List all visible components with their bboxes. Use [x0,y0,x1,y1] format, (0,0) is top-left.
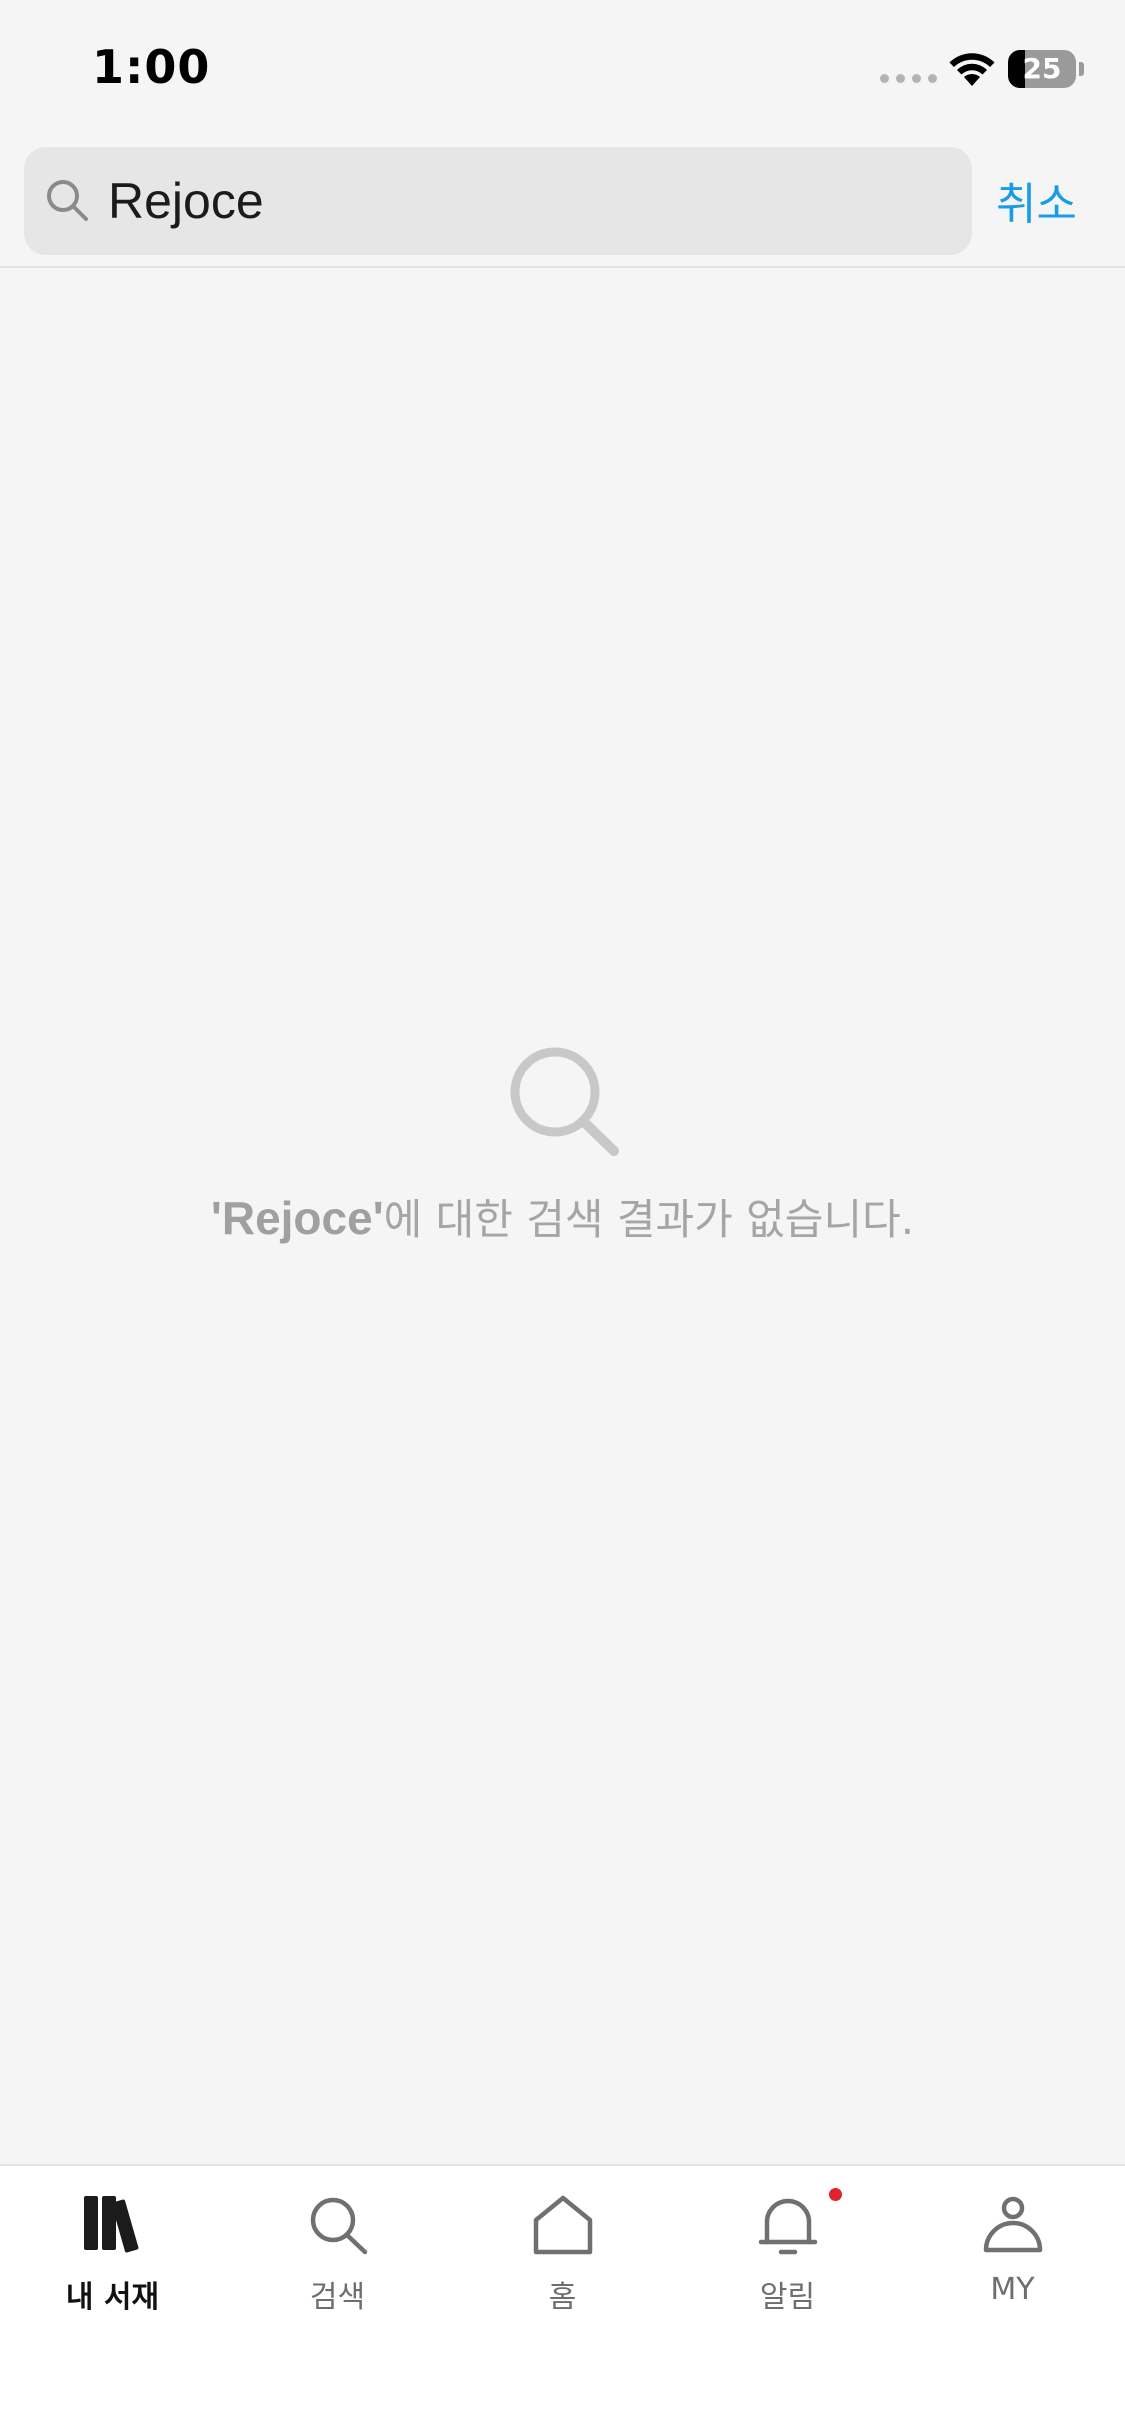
tab-label: 내 서재 [65,2280,160,2315]
tab-notifications[interactable]: 알림 [675,2166,900,2316]
home-icon [533,2195,593,2255]
magnifier-icon [510,1047,619,1156]
search-header: 취소 [0,140,1125,268]
cancel-button[interactable]: 취소 [996,168,1077,232]
tab-search[interactable]: 검색 [225,2166,450,2316]
status-time: 1:00 [92,40,211,94]
tab-home[interactable]: 홈 [450,2166,675,2316]
search-screen: 1:00 25 취소 'Rejoce'에 대한 [0,0,1125,2436]
tab-label: 알림 [759,2280,816,2315]
status-bar: 1:00 25 [0,0,1125,140]
tab-bar: 내 서재 검색 홈 알림 MY [0,2164,1125,2436]
library-icon [84,2196,139,2253]
tab-library[interactable]: 내 서재 [0,2166,225,2316]
battery-icon: 25 [1008,50,1076,88]
search-icon [310,2197,368,2255]
empty-message: 'Rejoce'에 대한 검색 결과가 없습니다. [0,1186,1125,1247]
cellular-signal-icon [880,74,937,83]
empty-message-text: 에 대한 검색 결과가 없습니다. [383,1195,915,1244]
home-indicator [412,2400,712,2410]
empty-message-query: 'Rejoce' [210,1192,384,1244]
wifi-icon [949,53,995,86]
tab-my[interactable]: MY [900,2166,1125,2316]
battery-cap [1079,62,1084,76]
tab-label: 홈 [548,2280,577,2315]
search-input[interactable] [108,147,948,255]
search-icon [47,180,88,221]
person-icon [983,2196,1043,2253]
battery-level: 25 [1022,52,1062,85]
tab-label: 검색 [309,2280,366,2315]
search-box[interactable] [24,147,972,255]
tab-label: MY [990,2272,1035,2307]
empty-state: 'Rejoce'에 대한 검색 결과가 없습니다. [0,1040,1125,1247]
notification-badge [829,2188,842,2201]
bell-icon [758,2198,818,2255]
